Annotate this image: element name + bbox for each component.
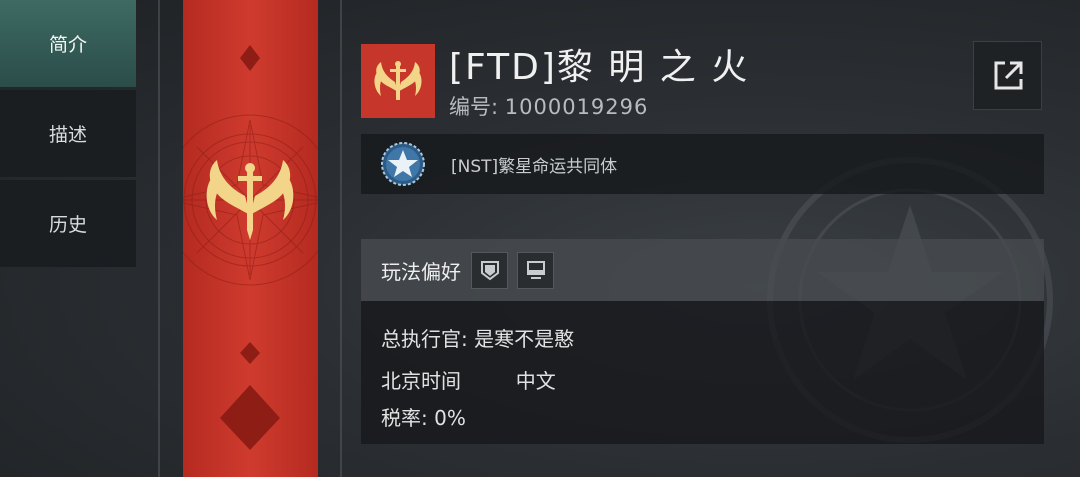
guild-banner bbox=[183, 0, 318, 477]
nav-tab-description-label: 描述 bbox=[48, 124, 87, 146]
commander-label: 总执行官: bbox=[381, 327, 468, 351]
nav-tab-intro[interactable]: 简介 bbox=[0, 0, 136, 87]
timezone-language-line: 北京时间 中文 bbox=[381, 365, 556, 394]
tax-value: 0% bbox=[434, 406, 466, 430]
divider-line bbox=[340, 0, 342, 477]
nav-tab-history[interactable]: 历史 bbox=[0, 180, 136, 267]
share-button[interactable] bbox=[973, 41, 1042, 110]
shield-icon bbox=[480, 261, 499, 281]
alliance-name: [NST]繁星命运共同体 bbox=[451, 156, 618, 177]
divider-line bbox=[158, 0, 160, 477]
timezone-value: 北京时间 bbox=[381, 369, 461, 393]
play-preference-header: 玩法偏好 bbox=[361, 239, 1044, 301]
guild-id-label: 编号: bbox=[449, 95, 499, 119]
nav-tab-description[interactable]: 描述 bbox=[0, 90, 136, 177]
commander-name[interactable]: 是寒不是憨 bbox=[474, 327, 574, 351]
nav-tab-history-label: 历史 bbox=[48, 214, 87, 236]
external-link-icon bbox=[994, 61, 1022, 89]
monitor-badge-icon[interactable] bbox=[517, 251, 554, 289]
side-nav: 简介 描述 历史 bbox=[0, 0, 136, 270]
nav-tab-intro-label: 简介 bbox=[48, 34, 87, 56]
guild-name: [FTD]黎 明 之 火 bbox=[449, 47, 750, 88]
star-globe-icon bbox=[381, 142, 425, 186]
shield-badge-icon[interactable] bbox=[471, 251, 508, 289]
winged-sword-emblem bbox=[183, 45, 318, 450]
play-preference-label: 玩法偏好 bbox=[381, 259, 461, 284]
tax-label: 税率: bbox=[381, 406, 428, 430]
alliance-row[interactable]: [NST]繁星命运共同体 bbox=[361, 134, 1044, 194]
guild-id: 编号: 1000019296 bbox=[449, 91, 648, 121]
commander-line: 总执行官: 是寒不是憨 bbox=[381, 323, 574, 352]
monitor-icon bbox=[526, 261, 545, 279]
guild-info-panel: 总执行官: 是寒不是憨 北京时间 中文 税率: 0% bbox=[361, 301, 1044, 444]
tax-line: 税率: 0% bbox=[381, 402, 466, 431]
language-value: 中文 bbox=[515, 369, 556, 393]
guild-id-value: 1000019296 bbox=[504, 95, 649, 119]
guild-flag-icon bbox=[361, 44, 435, 118]
